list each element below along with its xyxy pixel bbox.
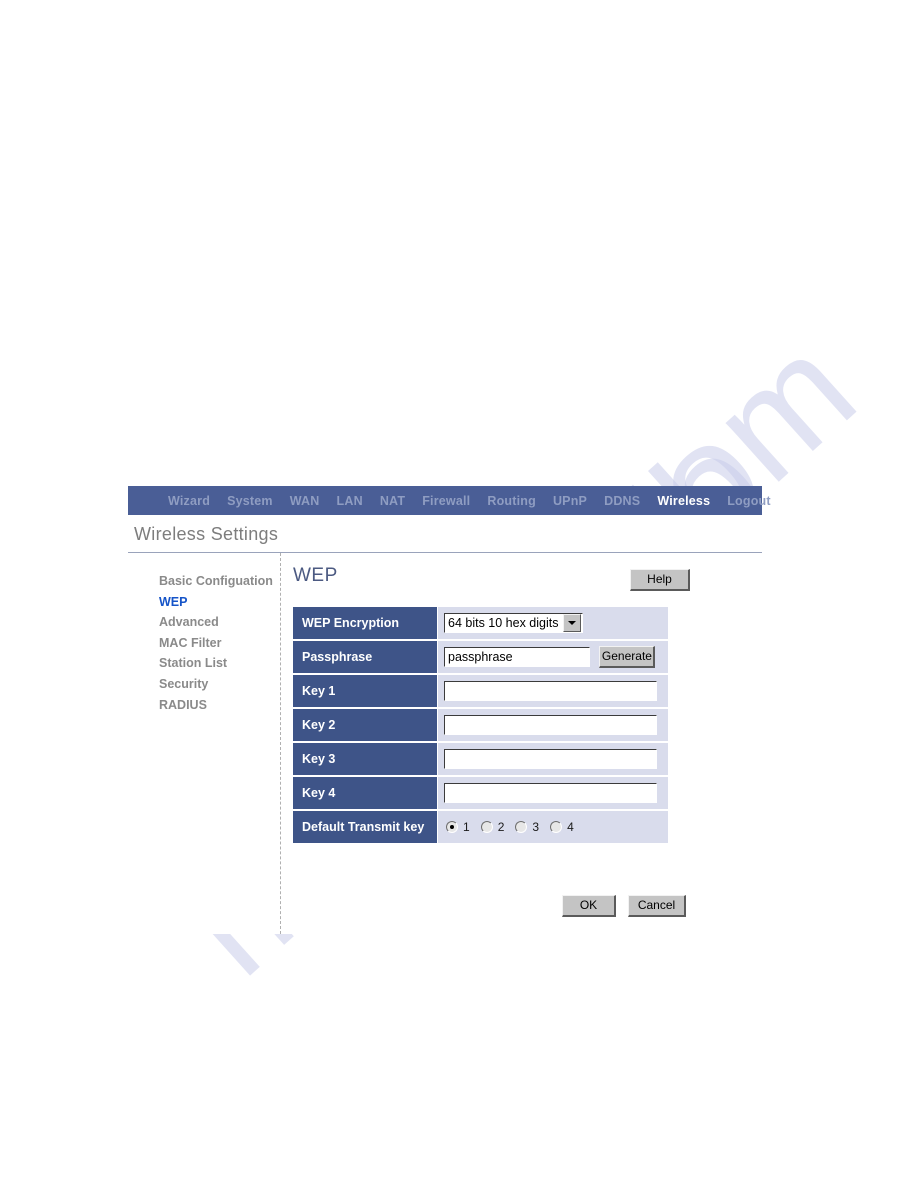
nav-item-firewall[interactable]: Firewall bbox=[422, 494, 470, 508]
transmit-key-radio-label: 4 bbox=[567, 820, 574, 834]
section-title: WEP bbox=[293, 565, 338, 586]
sidebar-item-basic-configuation[interactable]: Basic Configuation bbox=[159, 571, 280, 592]
key2-value-cell bbox=[438, 709, 668, 743]
sidebar-item-mac-filter[interactable]: MAC Filter bbox=[159, 633, 280, 654]
sidebar-item-wep[interactable]: WEP bbox=[159, 592, 280, 613]
sidebar-menu: Basic Configuation WEP Advanced MAC Filter S… bbox=[128, 553, 281, 934]
transmit-key-radio-4[interactable]: 4 bbox=[550, 820, 574, 834]
sidebar-item-radius[interactable]: RADIUS bbox=[159, 695, 280, 716]
radio-icon bbox=[515, 821, 528, 833]
transmit-key-radio-1[interactable]: 1 bbox=[446, 820, 470, 834]
table-row-wep-encryption: WEP Encryption 64 bits 10 hex digits bbox=[293, 607, 668, 641]
page-body: Basic Configuation WEP Advanced MAC Filter S… bbox=[128, 553, 762, 934]
table-row-key4: Key 4 bbox=[293, 777, 668, 811]
sidebar-item-advanced[interactable]: Advanced bbox=[159, 612, 280, 633]
key2-label: Key 2 bbox=[293, 709, 438, 743]
nav-item-wizard[interactable]: Wizard bbox=[168, 494, 210, 508]
top-navigation-bar: Wizard System WAN LAN NAT Firewall Routing UPnP… bbox=[128, 486, 771, 515]
table-row-key2: Key 2 bbox=[293, 709, 668, 743]
router-admin-page: Wizard System WAN LAN NAT Firewall Routing UPnP… bbox=[128, 486, 771, 934]
wep-encryption-label: WEP Encryption bbox=[293, 607, 438, 641]
default-transmit-key-radio-group: 1 2 3 4 bbox=[444, 820, 668, 834]
key4-label: Key 4 bbox=[293, 777, 438, 811]
page-title-bar: Wireless Settings bbox=[128, 515, 762, 553]
page-title: Wireless Settings bbox=[134, 524, 279, 544]
form-action-buttons: OK Cancel bbox=[293, 845, 762, 917]
table-row-key3: Key 3 bbox=[293, 743, 668, 777]
nav-item-lan[interactable]: LAN bbox=[337, 494, 363, 508]
passphrase-input[interactable] bbox=[444, 647, 590, 668]
key2-input[interactable] bbox=[444, 715, 657, 735]
help-button[interactable]: Help bbox=[630, 569, 690, 591]
nav-item-upnp[interactable]: UPnP bbox=[553, 494, 587, 508]
sidebar-item-station-list[interactable]: Station List bbox=[159, 653, 280, 674]
bottom-divider bbox=[293, 933, 762, 934]
key1-input[interactable] bbox=[444, 681, 657, 701]
nav-item-ddns[interactable]: DDNS bbox=[604, 494, 640, 508]
radio-icon bbox=[550, 821, 563, 833]
passphrase-label: Passphrase bbox=[293, 641, 438, 675]
transmit-key-radio-3[interactable]: 3 bbox=[515, 820, 539, 834]
wep-encryption-value-cell: 64 bits 10 hex digits bbox=[438, 607, 668, 641]
key1-value-cell bbox=[438, 675, 668, 709]
key3-label: Key 3 bbox=[293, 743, 438, 777]
nav-item-routing[interactable]: Routing bbox=[487, 494, 536, 508]
wep-encryption-select[interactable]: 64 bits 10 hex digits bbox=[444, 613, 583, 633]
default-transmit-key-label: Default Transmit key bbox=[293, 811, 438, 845]
nav-item-wan[interactable]: WAN bbox=[290, 494, 320, 508]
transmit-key-radio-2[interactable]: 2 bbox=[480, 820, 505, 834]
nav-item-system[interactable]: System bbox=[227, 494, 273, 508]
key3-value-cell bbox=[438, 743, 668, 777]
passphrase-value-cell: Generate bbox=[438, 641, 668, 675]
content-header: WEP Help bbox=[293, 565, 762, 591]
content-panel: WEP Help WEP Encryption 64 bits 10 hex d… bbox=[281, 553, 762, 934]
table-row-default-transmit-key: Default Transmit key 1 2 3 4 bbox=[293, 811, 668, 845]
wep-settings-table: WEP Encryption 64 bits 10 hex digits Pas… bbox=[293, 607, 668, 845]
table-row-key1: Key 1 bbox=[293, 675, 668, 709]
nav-item-logout[interactable]: Logout bbox=[727, 494, 771, 508]
nav-item-nat[interactable]: NAT bbox=[380, 494, 405, 508]
ok-button[interactable]: OK bbox=[562, 895, 616, 917]
key3-input[interactable] bbox=[444, 749, 657, 769]
radio-icon bbox=[480, 821, 493, 833]
cancel-button[interactable]: Cancel bbox=[628, 895, 686, 917]
transmit-key-radio-label: 3 bbox=[532, 820, 540, 834]
chevron-down-icon[interactable] bbox=[563, 614, 581, 632]
key4-input[interactable] bbox=[444, 783, 657, 803]
transmit-key-radio-label: 1 bbox=[463, 820, 470, 834]
key4-value-cell bbox=[438, 777, 668, 811]
table-row-passphrase: Passphrase Generate bbox=[293, 641, 668, 675]
generate-button[interactable]: Generate bbox=[599, 646, 656, 668]
nav-item-wireless[interactable]: Wireless bbox=[657, 494, 710, 508]
default-transmit-key-value-cell: 1 2 3 4 bbox=[438, 811, 668, 845]
radio-icon bbox=[446, 821, 458, 833]
transmit-key-radio-label: 2 bbox=[497, 820, 505, 834]
key1-label: Key 1 bbox=[293, 675, 438, 709]
wep-encryption-selected-option: 64 bits 10 hex digits bbox=[448, 616, 559, 630]
sidebar-item-security[interactable]: Security bbox=[159, 674, 280, 695]
